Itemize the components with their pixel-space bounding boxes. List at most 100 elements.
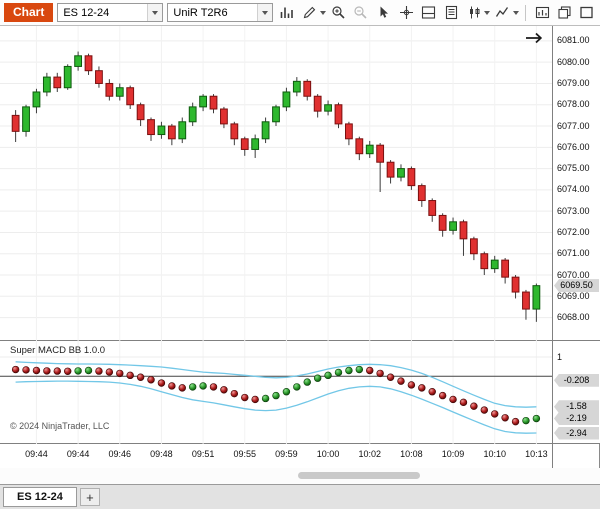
chart-panels-icon[interactable] [419,3,438,22]
copyright-label: © 2024 NinjaTrader, LLC [10,421,109,431]
candle-down [210,96,217,109]
tab-bar: ES 12-24 + [0,484,600,509]
indicator-preset-dropdown-value: UniR T2R6 [168,7,257,19]
zoom-in-icon[interactable] [329,3,348,22]
candle-up [325,105,332,111]
app-label: Chart [4,3,53,22]
macd-dot-up [262,395,269,402]
chevron-down-icon[interactable] [257,4,272,21]
instrument-dropdown[interactable]: ES 12-24 [57,3,163,22]
candle-up [33,92,40,107]
candlestick-chart [0,26,552,341]
macd-axis[interactable]: 1-0.208-1.58-2.19-2.94 [553,341,600,444]
macd-dot-up [356,366,363,373]
chevron-down-icon[interactable] [147,4,162,21]
time-axis-label: 10:13 [525,449,548,459]
macd-dot-down [168,383,175,390]
macd-dot-down [241,394,248,401]
macd-dot-down [116,370,123,377]
candle-up [43,77,50,92]
pointer-icon[interactable] [374,3,393,22]
bollinger-upper-band [16,362,537,407]
candle-down [54,77,61,88]
chevron-down-icon[interactable] [513,3,519,22]
time-axis-label: 09:44 [25,449,48,459]
zoom-out-icon[interactable] [351,3,370,22]
macd-value-marker: -2.19 [554,412,599,425]
time-axis-label: 09:55 [233,449,256,459]
scrollbar-thumb[interactable] [298,472,420,479]
macd-dot-down [502,414,509,421]
horizontal-scrollbar[interactable] [0,468,600,484]
time-axis-label: 10:02 [358,449,381,459]
maximize-window-icon[interactable] [577,3,596,22]
candle-up [273,107,280,122]
go-to-latest-arrow-icon[interactable] [525,31,545,50]
macd-dot-down [210,384,217,391]
chart-window-icon[interactable] [533,3,552,22]
price-axis-tick: 6068.00 [557,312,590,323]
candle-down [137,105,144,120]
time-axis-label: 09:44 [67,449,90,459]
macd-dot-down [512,418,519,425]
price-axis-tick: 6077.00 [557,121,590,132]
time-axis-label: 09:59 [275,449,298,459]
tab-es-12-24[interactable]: ES 12-24 [3,487,77,507]
macd-dot-up [325,372,332,379]
candle-down [408,169,415,186]
macd-dot-down [387,374,394,381]
price-axis-tick: 6073.00 [557,206,590,217]
candle-down [12,115,19,131]
candle-down [481,254,488,269]
candle-down [85,56,92,71]
price-axis-tick: 6078.00 [557,99,590,110]
candle-down [356,139,363,154]
macd-dot-down [54,368,61,375]
data-box-icon[interactable] [442,3,461,22]
macd-dot-up [283,388,290,395]
macd-dot-down [23,367,30,374]
macd-dot-down [43,367,50,374]
toolbar: Chart ES 12-24 UniR T2R6 [0,0,600,26]
price-panel[interactable] [0,26,552,341]
indicator-preset-dropdown[interactable]: UniR T2R6 [167,3,273,22]
candle-down [241,139,248,150]
macd-dot-down [491,411,498,418]
macd-dot-up [75,367,82,374]
crosshair-icon[interactable] [397,3,416,22]
macd-dot-down [221,386,228,393]
indicators-icon[interactable] [493,3,512,22]
candle-down [387,162,394,177]
candle-up [262,122,269,139]
time-axis-label: 10:10 [483,449,506,459]
candle-up [189,107,196,122]
restore-window-icon[interactable] [555,3,574,22]
chevron-down-icon[interactable] [320,3,326,22]
candle-up [398,169,405,178]
macd-panel[interactable]: Super MACD BB 1.0.0 © 2024 NinjaTrader, … [0,341,552,444]
time-axis-label: 09:48 [150,449,173,459]
candle-up [158,126,165,135]
chevron-down-icon[interactable] [484,3,490,22]
chart-area: Super MACD BB 1.0.0 © 2024 NinjaTrader, … [0,26,600,468]
macd-dot-down [158,380,165,387]
macd-dot-down [398,378,405,385]
bar-chart-icon[interactable] [277,3,296,22]
chart-style-icon[interactable] [465,3,484,22]
macd-dot-down [429,388,436,395]
candle-down [335,105,342,124]
time-axis[interactable]: 09:4409:4409:4609:4809:5109:5509:5910:00… [0,444,552,468]
macd-dot-up [335,369,342,376]
candle-down [148,120,155,135]
price-axis[interactable]: 6081.006080.006079.006078.006077.006076.… [553,26,600,341]
time-axis-label: 09:46 [109,449,132,459]
candle-down [106,83,113,96]
add-tab-button[interactable]: + [80,488,100,506]
candle-down [523,292,530,309]
drawing-tools-icon[interactable] [300,3,319,22]
candle-down [377,145,384,162]
candle-down [439,215,446,230]
macd-dot-down [470,403,477,410]
macd-dot-down [439,392,446,399]
price-axis-tick: 6069.00 [557,291,590,302]
